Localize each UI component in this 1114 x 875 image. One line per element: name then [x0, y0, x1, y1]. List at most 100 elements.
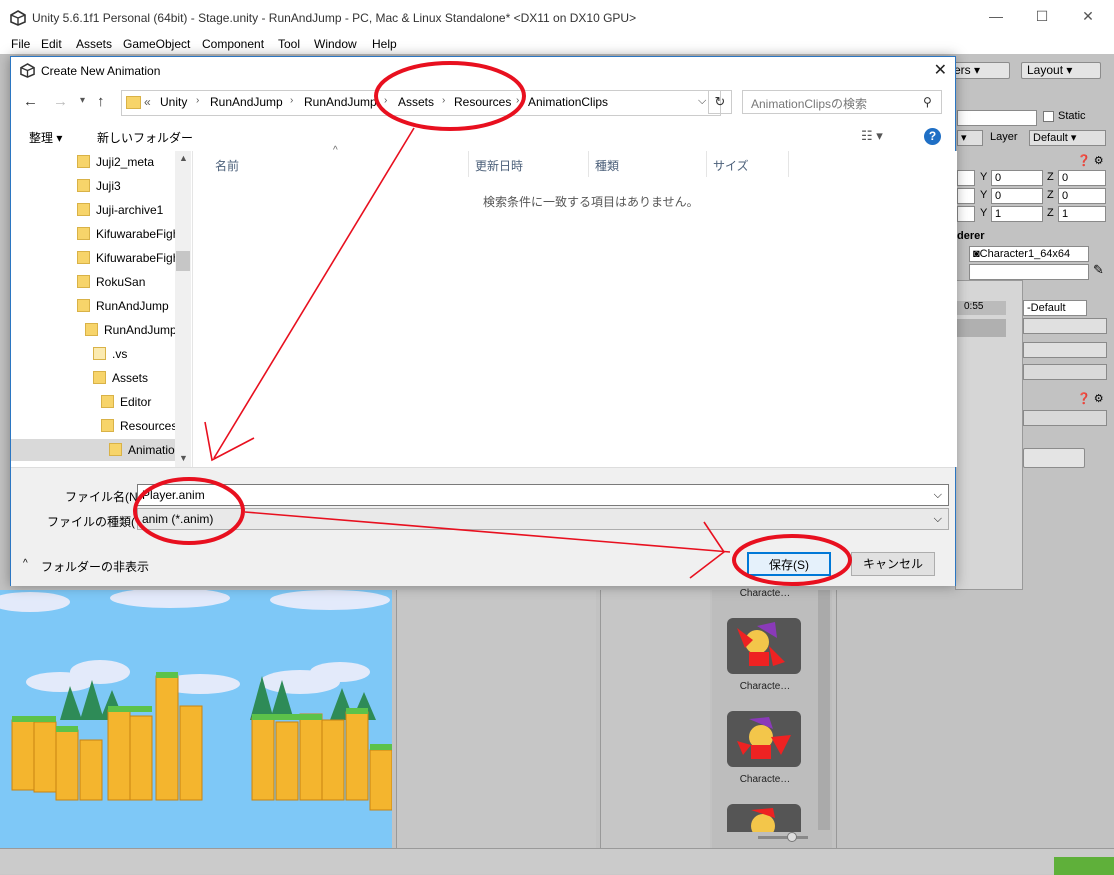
menu-gameobject[interactable]: GameObject: [123, 37, 190, 51]
column-divider[interactable]: [588, 151, 589, 177]
breadcrumb-runandjump[interactable]: RunAndJump: [210, 95, 283, 109]
column-divider[interactable]: [468, 151, 469, 177]
scroll-thumb[interactable]: [176, 251, 190, 271]
column-divider[interactable]: [788, 151, 789, 177]
back-arrow-icon[interactable]: ←: [23, 93, 38, 110]
static-checkbox[interactable]: [1043, 111, 1054, 122]
chevron-up-icon[interactable]: ^: [23, 558, 28, 569]
mask-dropdown[interactable]: [1023, 342, 1107, 358]
object-name-field[interactable]: [957, 110, 1037, 126]
chevron-down-icon[interactable]: ⌵: [934, 509, 942, 529]
thumbnail-size-handle[interactable]: [787, 832, 797, 842]
menu-edit[interactable]: Edit: [41, 37, 62, 51]
tree-item[interactable]: RokuSan: [77, 271, 145, 293]
tree-item[interactable]: RunAndJump: [85, 319, 177, 341]
pos-y-field[interactable]: 0: [991, 170, 1043, 186]
tree-item[interactable]: Assets: [93, 367, 148, 389]
thumbnail-size-slider[interactable]: [758, 836, 808, 839]
rot-x-field[interactable]: [957, 188, 975, 204]
tree-item[interactable]: Juji-archive1: [77, 199, 163, 221]
tag-dropdown[interactable]: ▾: [957, 130, 983, 146]
tree-item[interactable]: .vs: [93, 343, 127, 365]
minimize-icon[interactable]: —: [986, 8, 1006, 28]
close-icon[interactable]: ✕: [934, 60, 947, 80]
search-input[interactable]: AnimationClipsの検索: [742, 90, 942, 114]
maximize-icon[interactable]: ☐: [1032, 8, 1052, 28]
breadcrumb-runandjump-2[interactable]: RunAndJump: [304, 95, 377, 109]
menu-file[interactable]: File: [11, 37, 30, 51]
layout-dropdown[interactable]: Layout ▾: [1021, 62, 1101, 79]
view-options-icon[interactable]: ☷ ▾: [861, 128, 883, 144]
column-date[interactable]: 更新日時: [475, 157, 523, 174]
rot-z-field[interactable]: 0: [1058, 188, 1106, 204]
game-view[interactable]: [0, 590, 392, 848]
chevron-right-icon[interactable]: ›: [290, 95, 293, 106]
tree-item[interactable]: Juji2_meta: [77, 151, 154, 173]
chevron-right-icon[interactable]: ›: [442, 95, 445, 106]
cancel-button[interactable]: キャンセル: [851, 552, 935, 576]
sprite-label[interactable]: Characte…: [728, 774, 802, 785]
breadcrumb-unity[interactable]: Unity: [160, 95, 187, 109]
menu-help[interactable]: Help: [372, 37, 397, 51]
tree-item[interactable]: RunAndJump: [77, 295, 169, 317]
hide-folders-toggle[interactable]: フォルダーの非表示: [41, 558, 149, 575]
close-window-icon[interactable]: ✕: [1078, 8, 1098, 28]
sprite-grid-scrollbar[interactable]: [818, 590, 830, 830]
menu-assets[interactable]: Assets: [76, 37, 112, 51]
layers-dropdown[interactable]: ers ▾: [948, 62, 1010, 79]
chevron-right-icon[interactable]: ›: [196, 95, 199, 106]
layer-dropdown[interactable]: Default ▾: [1029, 130, 1106, 146]
column-divider[interactable]: [706, 151, 707, 177]
column-size[interactable]: サイズ: [713, 157, 749, 174]
sprite-thumbnail[interactable]: [727, 618, 801, 674]
scroll-down-icon[interactable]: ▼: [179, 453, 188, 463]
tree-item[interactable]: Juji3: [77, 175, 121, 197]
sprite-thumbnail[interactable]: [727, 711, 801, 767]
chevron-down-icon[interactable]: ⌵: [934, 485, 942, 505]
chevron-right-icon[interactable]: ›: [516, 95, 519, 106]
tree-item[interactable]: Editor: [101, 391, 151, 413]
pos-z-field[interactable]: 0: [1058, 170, 1106, 186]
breadcrumb-resources[interactable]: Resources: [454, 95, 511, 109]
animator-field[interactable]: [1023, 410, 1107, 426]
sprite-label[interactable]: Characte…: [728, 681, 802, 692]
column-name[interactable]: 名前: [215, 157, 239, 174]
breadcrumb-overflow[interactable]: «: [144, 95, 151, 109]
save-button[interactable]: 保存(S): [747, 552, 831, 576]
tree-item[interactable]: KifuwarabeFigh: [77, 223, 179, 245]
nav-scrollbar[interactable]: ▲ ▼: [175, 151, 191, 467]
order-field[interactable]: [1023, 364, 1107, 380]
eyedropper-icon[interactable]: ✎: [1093, 262, 1104, 278]
address-bar[interactable]: « Unity › RunAndJump › RunAndJump › Asse…: [121, 90, 721, 116]
sorting-layer-field[interactable]: -Default: [1023, 300, 1087, 316]
filetype-select[interactable]: anim (*.anim) ⌵: [137, 508, 949, 530]
help-icon[interactable]: ?: [924, 128, 941, 145]
forward-arrow-icon[interactable]: →: [53, 93, 68, 110]
tree-item[interactable]: KifuwarabeFigh: [77, 247, 179, 269]
scale-z-field[interactable]: 1: [1058, 206, 1106, 222]
column-type[interactable]: 種類: [595, 157, 619, 174]
breadcrumb-animationclips[interactable]: AnimationClips: [528, 95, 608, 109]
sprite-field[interactable]: ◙Character1_64x64: [969, 246, 1089, 262]
sprite-label[interactable]: Characte…: [728, 588, 802, 599]
filename-input[interactable]: Player.anim ⌵: [137, 484, 949, 506]
up-arrow-icon[interactable]: ↑: [97, 93, 105, 110]
organize-button[interactable]: 整理 ▾: [29, 129, 62, 146]
breadcrumb-assets[interactable]: Assets: [398, 95, 434, 109]
menu-window[interactable]: Window: [314, 37, 357, 51]
new-folder-button[interactable]: 新しいフォルダー: [97, 129, 193, 146]
recent-dropdown-icon[interactable]: ▾: [80, 95, 85, 106]
material-dropdown[interactable]: [1023, 318, 1107, 334]
component-settings-icons[interactable]: ❓ ⚙: [1077, 392, 1104, 405]
rot-y-field[interactable]: 0: [991, 188, 1043, 204]
sprite-thumbnail[interactable]: [727, 804, 801, 838]
color-field[interactable]: [969, 264, 1089, 280]
scale-x-field[interactable]: [957, 206, 975, 222]
help-settings-icons[interactable]: ❓ ⚙: [1077, 154, 1104, 167]
tree-item-selected[interactable]: Animatio: [11, 439, 175, 461]
chevron-down-icon[interactable]: ⌵: [698, 95, 706, 108]
menu-component[interactable]: Component: [202, 37, 264, 51]
scale-y-field[interactable]: 1: [991, 206, 1043, 222]
add-component-button[interactable]: [1023, 448, 1085, 468]
tree-item[interactable]: Resources: [101, 415, 177, 437]
